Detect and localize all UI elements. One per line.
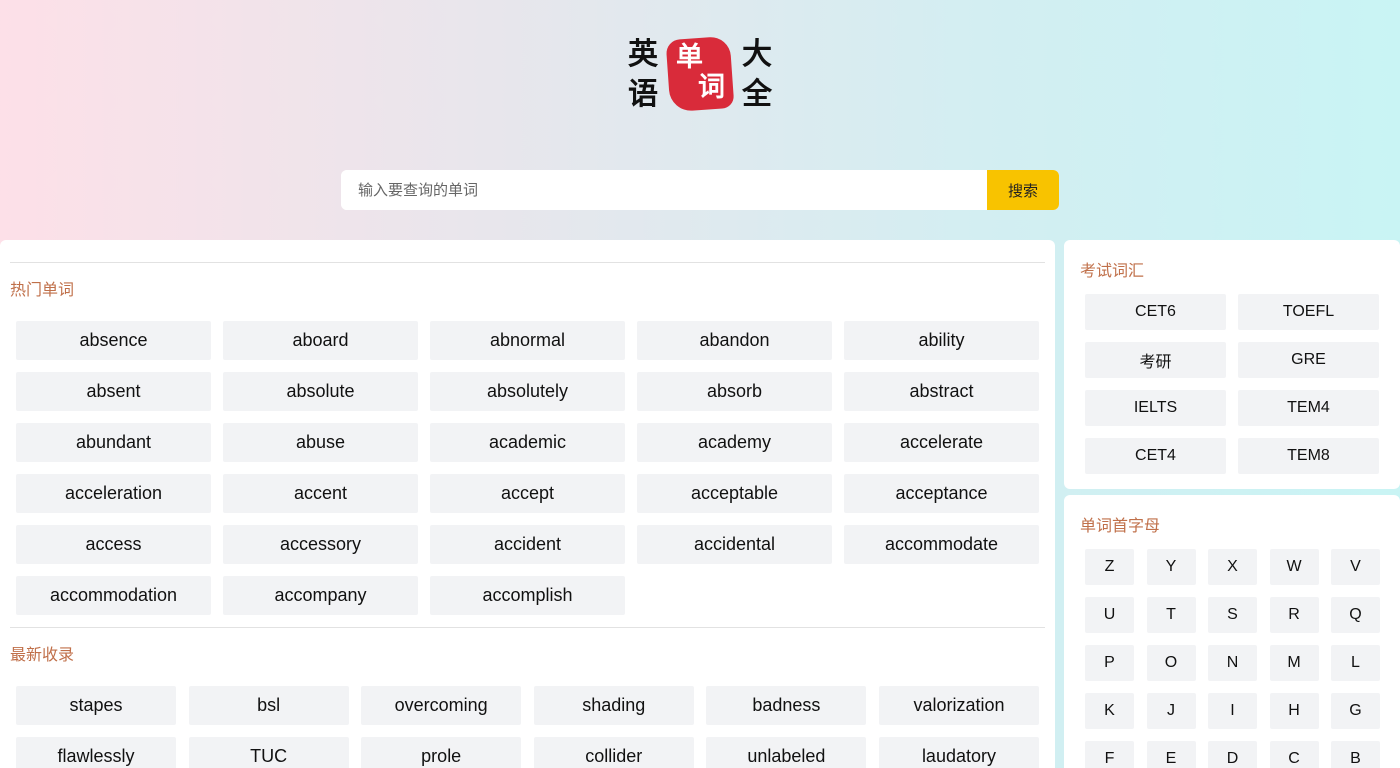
hot-word-link[interactable]: absolutely — [430, 372, 625, 411]
new-words-title: 最新收录 — [10, 645, 75, 664]
logo-char: 全 — [742, 77, 772, 112]
divider — [10, 627, 1045, 628]
letter-link[interactable]: F — [1085, 741, 1134, 768]
exam-vocab-link[interactable]: 考研 — [1085, 342, 1226, 378]
letter-link[interactable]: R — [1269, 597, 1319, 633]
hot-word-link[interactable]: abnormal — [430, 321, 625, 360]
hot-word-link[interactable]: abundant — [16, 423, 211, 462]
new-word-link[interactable]: stapes — [16, 686, 176, 725]
hot-word-link[interactable]: accomplish — [430, 576, 625, 615]
new-word-link[interactable]: valorization — [878, 686, 1039, 725]
letter-link[interactable]: N — [1208, 645, 1257, 681]
hot-words-grid: absence aboard abnormal abandon ability absen… — [16, 321, 1039, 615]
new-word-link[interactable]: flawlessly — [16, 737, 176, 768]
letter-link[interactable]: P — [1085, 645, 1134, 681]
divider — [10, 262, 1045, 263]
hot-word-link[interactable]: accent — [223, 474, 418, 513]
letter-link[interactable]: K — [1085, 693, 1134, 729]
exam-vocab-link[interactable]: IELTS — [1085, 390, 1226, 426]
hot-word-link[interactable]: accommodate — [844, 525, 1039, 564]
hot-word-link[interactable]: absent — [16, 372, 211, 411]
letters-grid: ZYXWV UTSRQ PONML KJIHG FEDCB — [1085, 549, 1380, 768]
exam-vocab-panel: 考试词汇 CET6 TOEFL 考研 GRE IELTS TEM4 CET4 TEM8 — [1064, 240, 1400, 489]
search-button[interactable]: 搜索 — [987, 170, 1059, 210]
exam-vocab-grid: CET6 TOEFL 考研 GRE IELTS TEM4 CET4 TEM8 — [1085, 294, 1379, 474]
new-word-link[interactable]: laudatory — [878, 737, 1039, 768]
letter-link[interactable]: I — [1208, 693, 1257, 729]
new-word-link[interactable]: bsl — [188, 686, 349, 725]
main-panel: 热门单词 absence aboard abnormal abandon ability… — [0, 240, 1055, 768]
hot-word-link[interactable]: acceleration — [16, 474, 211, 513]
new-word-link[interactable]: TUC — [188, 737, 349, 768]
hot-word-link[interactable]: abandon — [637, 321, 832, 360]
letter-link[interactable]: J — [1146, 693, 1196, 729]
new-word-link[interactable]: prole — [361, 737, 522, 768]
letter-link[interactable]: Q — [1331, 597, 1380, 633]
logo-char: 单 — [676, 42, 703, 73]
hot-word-link[interactable]: accessory — [223, 525, 418, 564]
search-bar: 搜索 — [341, 170, 1059, 210]
letters-title: 单词首字母 — [1080, 516, 1161, 535]
letter-link[interactable]: E — [1146, 741, 1196, 768]
hot-word-link[interactable]: abstract — [844, 372, 1039, 411]
hot-word-link[interactable]: academy — [637, 423, 832, 462]
hot-word-link[interactable]: accelerate — [844, 423, 1039, 462]
letter-link[interactable]: H — [1269, 693, 1319, 729]
hot-word-link[interactable]: accompany — [223, 576, 418, 615]
new-word-link[interactable]: unlabeled — [706, 737, 867, 768]
letter-link[interactable]: D — [1208, 741, 1257, 768]
letter-link[interactable]: Z — [1085, 549, 1134, 585]
exam-vocab-link[interactable]: TEM4 — [1238, 390, 1379, 426]
new-words-grid: stapes bsl overcoming shading badness valoriz… — [16, 686, 1039, 768]
hot-word-link[interactable]: access — [16, 525, 211, 564]
hot-word-link[interactable]: absolute — [223, 372, 418, 411]
hot-word-link[interactable]: ability — [844, 321, 1039, 360]
exam-vocab-link[interactable]: CET4 — [1085, 438, 1226, 474]
new-word-link[interactable]: collider — [533, 737, 694, 768]
letter-link[interactable]: X — [1208, 549, 1257, 585]
new-word-link[interactable]: shading — [533, 686, 694, 725]
letter-link[interactable]: G — [1331, 693, 1380, 729]
letter-link[interactable]: M — [1269, 645, 1319, 681]
letter-link[interactable]: C — [1269, 741, 1319, 768]
letter-link[interactable]: B — [1331, 741, 1380, 768]
letter-link[interactable]: W — [1269, 549, 1319, 585]
exam-vocab-link[interactable]: TEM8 — [1238, 438, 1379, 474]
logo-char: 语 — [628, 77, 658, 112]
hot-word-link[interactable]: acceptable — [637, 474, 832, 513]
hot-word-link[interactable]: absorb — [637, 372, 832, 411]
hot-word-link[interactable]: accept — [430, 474, 625, 513]
letter-link[interactable]: L — [1331, 645, 1380, 681]
exam-vocab-link[interactable]: GRE — [1238, 342, 1379, 378]
hot-word-link[interactable]: accidental — [637, 525, 832, 564]
new-word-link[interactable]: overcoming — [361, 686, 522, 725]
letter-link[interactable]: Y — [1146, 549, 1196, 585]
hot-word-link[interactable]: acceptance — [844, 474, 1039, 513]
hot-word-link[interactable]: accommodation — [16, 576, 211, 615]
exam-vocab-title: 考试词汇 — [1080, 261, 1145, 280]
site-logo[interactable]: 英 语 单 词 大 全 — [626, 34, 776, 114]
letters-panel: 单词首字母 ZYXWV UTSRQ PONML KJIHG FEDCB — [1064, 495, 1400, 768]
hot-words-title: 热门单词 — [10, 280, 75, 299]
new-word-link[interactable]: badness — [706, 686, 867, 725]
hot-word-link[interactable]: accident — [430, 525, 625, 564]
search-input[interactable] — [341, 170, 987, 210]
letter-link[interactable]: U — [1085, 597, 1134, 633]
logo-char: 词 — [698, 72, 725, 103]
hot-word-link[interactable]: aboard — [223, 321, 418, 360]
letter-link[interactable]: V — [1331, 549, 1380, 585]
hot-word-link[interactable]: abuse — [223, 423, 418, 462]
letter-link[interactable]: T — [1146, 597, 1196, 633]
letter-link[interactable]: S — [1208, 597, 1257, 633]
logo-char: 英 — [628, 37, 658, 72]
letter-link[interactable]: O — [1146, 645, 1196, 681]
hot-word-link[interactable]: academic — [430, 423, 625, 462]
hot-word-link[interactable]: absence — [16, 321, 211, 360]
exam-vocab-link[interactable]: TOEFL — [1238, 294, 1379, 330]
logo-char: 大 — [742, 37, 772, 72]
exam-vocab-link[interactable]: CET6 — [1085, 294, 1226, 330]
